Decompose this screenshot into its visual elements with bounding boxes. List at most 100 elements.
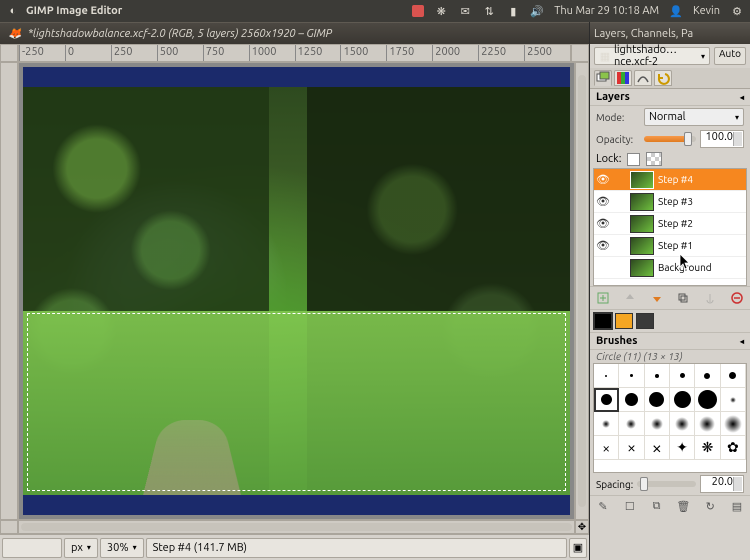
ruler-vertical[interactable] (0, 62, 18, 520)
brush-item[interactable] (645, 364, 670, 388)
layer-name[interactable]: Background (658, 262, 712, 273)
app-menu-icon[interactable]: ◐ (6, 4, 20, 18)
brush-item[interactable] (721, 388, 746, 412)
raise-layer-button[interactable] (621, 290, 639, 306)
brush-item[interactable] (695, 364, 720, 388)
mode-selector[interactable]: Normal ▾ (644, 108, 744, 126)
lock-pixels-checkbox[interactable] (627, 153, 640, 166)
layer-row[interactable]: 👁 Step #3 (594, 191, 746, 213)
lock-alpha-checkbox[interactable] (646, 152, 662, 166)
layer-name[interactable]: Step #3 (658, 196, 693, 207)
open-as-image-button[interactable]: ▤ (728, 498, 746, 514)
brush-item[interactable] (594, 388, 619, 412)
opacity-spin[interactable]: 100.0 (700, 130, 744, 148)
brush-grid[interactable]: × × × ✦ ❋ ✿ (593, 363, 747, 473)
visibility-toggle-icon[interactable]: 👁 (596, 239, 610, 252)
user-name[interactable]: Kevin (693, 5, 720, 17)
unit-selector[interactable]: px▾ (64, 538, 98, 558)
new-layer-button[interactable] (594, 290, 612, 306)
panel-menu-icon[interactable]: ◂ (740, 337, 744, 346)
brush-item[interactable]: ✦ (670, 436, 695, 460)
layer-row[interactable]: 👁 Background (594, 257, 746, 279)
clock[interactable]: Thu Mar 29 10:18 AM (554, 5, 659, 17)
image-selector[interactable]: ▦ lightshado…nce.xcf-2 ▾ (594, 47, 710, 65)
brush-item[interactable]: ❋ (695, 436, 720, 460)
spacing-spin[interactable]: 20.0 (700, 475, 744, 493)
swatch[interactable] (615, 313, 633, 329)
ruler-tick: 2250 (481, 46, 506, 58)
swatch[interactable] (636, 313, 654, 329)
brush-item[interactable] (670, 412, 695, 436)
duplicate-brush-button[interactable]: ⧉ (648, 498, 666, 514)
visibility-toggle-icon[interactable]: 👁 (596, 195, 610, 208)
panel-menu-icon[interactable]: ◂ (740, 93, 744, 102)
brush-item[interactable]: ✿ (721, 436, 746, 460)
ruler-corner[interactable] (0, 44, 18, 62)
tray-battery-icon[interactable]: ▮ (506, 4, 520, 18)
scrollbar-vertical[interactable] (575, 62, 589, 520)
brush-item[interactable] (645, 412, 670, 436)
tray-network-icon[interactable]: ⇅ (482, 4, 496, 18)
brush-item[interactable] (619, 364, 644, 388)
layers-panel-title: Layers (596, 91, 630, 103)
refresh-brush-button[interactable]: ↻ (701, 498, 719, 514)
tray-volume-icon[interactable]: 🔊 (530, 4, 544, 18)
canvas[interactable] (18, 62, 575, 520)
navigation-corner-icon[interactable]: ✥ (575, 520, 589, 534)
user-icon[interactable]: 👤 (669, 4, 683, 18)
edit-brush-button[interactable]: ✎ (594, 498, 612, 514)
opacity-slider[interactable] (644, 136, 696, 142)
new-brush-button[interactable]: ☐ (621, 498, 639, 514)
tray-mail-icon[interactable]: ✉ (458, 4, 472, 18)
layer-row[interactable]: 👁 Step #1 (594, 235, 746, 257)
tab-paths[interactable] (634, 70, 652, 86)
layer-row[interactable]: 👁 Step #4 (594, 169, 746, 191)
visibility-toggle-icon[interactable]: 👁 (596, 217, 610, 230)
status-cancel-icon[interactable]: ▣ (569, 538, 587, 558)
dock-titlebar[interactable]: Layers, Channels, Pa (590, 22, 750, 44)
layer-name[interactable]: Step #4 (658, 174, 693, 185)
spacing-slider[interactable] (637, 481, 696, 487)
selection-marquee[interactable] (27, 313, 566, 491)
scrollbar-horizontal[interactable] (18, 520, 575, 534)
brush-item[interactable] (721, 412, 746, 436)
delete-layer-button[interactable] (728, 290, 746, 306)
layers-list[interactable]: 👁 Step #4 👁 Step #3 👁 Step #2 👁 Step #1 … (593, 168, 747, 286)
layer-name[interactable]: Step #2 (658, 218, 693, 229)
brush-item[interactable] (695, 388, 720, 412)
brush-item[interactable]: × (645, 436, 670, 460)
layer-name[interactable]: Step #1 (658, 240, 693, 251)
tab-undo[interactable] (654, 70, 672, 86)
brush-item[interactable] (670, 364, 695, 388)
anchor-layer-button[interactable] (701, 290, 719, 306)
layer-thumb (630, 259, 654, 277)
auto-button[interactable]: Auto (714, 47, 746, 65)
delete-brush-button[interactable]: 🗑 (674, 498, 692, 514)
brush-item[interactable] (594, 364, 619, 388)
brush-item[interactable] (721, 364, 746, 388)
record-indicator-icon[interactable] (412, 5, 424, 17)
duplicate-layer-button[interactable] (674, 290, 692, 306)
ruler-tick: 1750 (389, 46, 414, 58)
ruler-tick: 750 (206, 46, 225, 58)
zoom-selector[interactable]: 30%▾ (100, 538, 144, 558)
visibility-toggle-icon[interactable]: 👁 (596, 173, 610, 186)
layer-row[interactable]: 👁 Step #2 (594, 213, 746, 235)
brush-item[interactable] (695, 412, 720, 436)
brush-item[interactable]: × (619, 436, 644, 460)
brush-item[interactable] (619, 388, 644, 412)
swatch[interactable] (594, 313, 612, 329)
tab-channels[interactable] (614, 70, 632, 86)
system-gear-icon[interactable]: ⚙ (730, 4, 744, 18)
lower-layer-button[interactable] (648, 290, 666, 306)
brush-item[interactable] (645, 388, 670, 412)
status-layer-info: Step #4 (141.7 MB) (146, 538, 567, 558)
tab-layers[interactable] (594, 70, 612, 86)
image-window-titlebar[interactable]: 🦊 *lightshadowbalance.xcf-2.0 (RGB, 5 la… (0, 22, 589, 44)
brush-item[interactable]: × (594, 436, 619, 460)
brush-item[interactable] (619, 412, 644, 436)
brush-item[interactable] (594, 412, 619, 436)
tray-bluetooth-icon[interactable]: ❋ (434, 4, 448, 18)
ruler-horizontal[interactable]: -250 0 250 500 750 1000 1250 1500 1750 2… (18, 44, 571, 62)
brush-item[interactable] (670, 388, 695, 412)
